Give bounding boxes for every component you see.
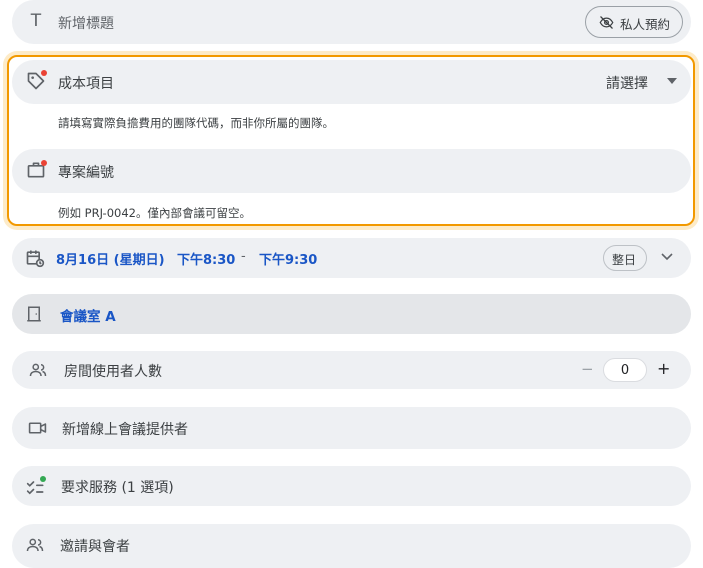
- private-button[interactable]: 私人預約: [585, 6, 683, 38]
- required-dot: [41, 160, 47, 166]
- allday-toggle[interactable]: 整日: [603, 245, 647, 271]
- room-row[interactable]: 會議室 A: [12, 294, 691, 334]
- required-dot: [41, 70, 47, 76]
- visibility-off-icon: [599, 15, 614, 30]
- title-input[interactable]: 新增標題: [58, 13, 114, 33]
- cost-center-select-value[interactable]: 請選擇: [606, 73, 648, 93]
- guests-label[interactable]: 邀請與會者: [60, 536, 130, 556]
- cost-center-label: 成本項目: [58, 76, 114, 92]
- capacity-row: 房間使用者人數 − 0 +: [12, 351, 691, 389]
- time-separator: -: [241, 249, 246, 264]
- end-time-button[interactable]: 下午9:30: [259, 249, 317, 268]
- services-row[interactable]: 要求服務 (1 選項): [12, 466, 691, 506]
- door-icon: [25, 305, 43, 323]
- start-time-button[interactable]: 下午8:30: [177, 249, 235, 268]
- video-camera-icon: [28, 419, 47, 437]
- people-icon: [29, 361, 47, 379]
- conference-label[interactable]: 新增線上會議提供者: [62, 419, 188, 439]
- services-label[interactable]: 要求服務 (1 選項): [61, 477, 174, 497]
- text-icon: T: [30, 11, 42, 31]
- cost-center-row[interactable]: 成本項目 請選擇: [12, 60, 691, 104]
- datetime-row[interactable]: 8月16日 (星期日) 下午8:30 - 下午9:30 整日: [12, 238, 691, 278]
- status-dot: [40, 476, 46, 482]
- capacity-input[interactable]: 0: [603, 358, 647, 382]
- cost-center-helper: 請填寫實際負擔費用的團隊代碼，而非你所屬的團隊。: [58, 116, 334, 130]
- conference-row[interactable]: 新增線上會議提供者: [12, 407, 691, 449]
- decrement-button[interactable]: −: [581, 360, 594, 378]
- title-row[interactable]: T 新增標題 私人預約: [12, 0, 691, 44]
- date-button[interactable]: 8月16日 (星期日): [56, 249, 165, 268]
- capacity-label: 房間使用者人數: [64, 364, 162, 380]
- allday-label: 整日: [612, 253, 637, 267]
- private-label: 私人預約: [620, 17, 671, 32]
- people-icon: [26, 536, 44, 554]
- project-helper: 例如 PRJ-0042。僅內部會議可留空。: [58, 206, 251, 220]
- project-row[interactable]: 專案編號: [12, 149, 691, 193]
- calendar-clock-icon: [25, 248, 45, 268]
- dropdown-arrow-icon[interactable]: [667, 78, 677, 84]
- room-label[interactable]: 會議室 A: [60, 305, 116, 325]
- guests-row[interactable]: 邀請與會者: [12, 524, 691, 568]
- increment-button[interactable]: +: [657, 359, 670, 378]
- project-label: 專案編號: [58, 165, 114, 181]
- capacity-value: 0: [620, 363, 630, 378]
- chevron-down-icon[interactable]: [661, 253, 673, 261]
